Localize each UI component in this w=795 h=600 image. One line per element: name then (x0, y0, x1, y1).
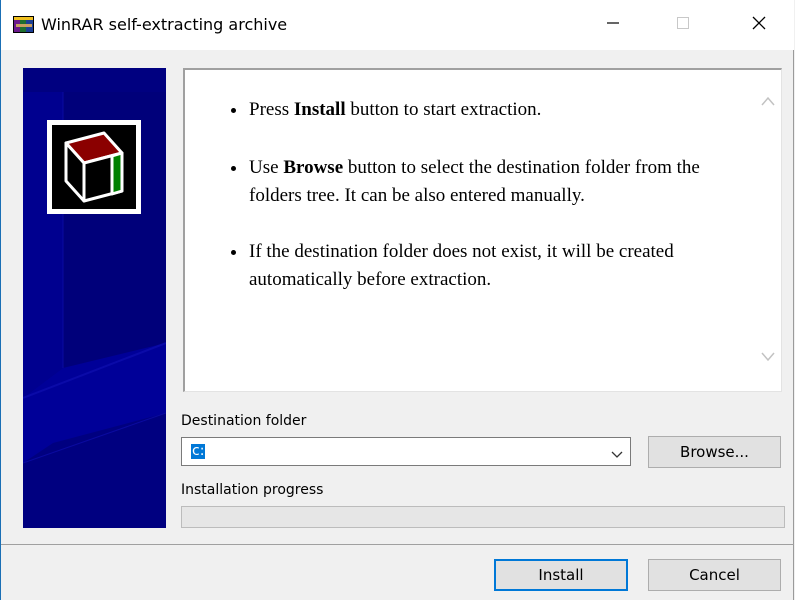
minimize-button[interactable] (578, 0, 648, 50)
installer-window: WinRAR self-extracting archive Press Ins… (0, 0, 794, 600)
destination-folder-combo[interactable]: c: (181, 437, 631, 466)
cancel-button[interactable]: Cancel (648, 559, 781, 591)
destination-folder-label: Destination folder (181, 413, 307, 429)
installation-progress-label: Installation progress (181, 482, 324, 498)
scroll-down-icon[interactable] (760, 350, 776, 368)
minimize-icon (605, 15, 621, 36)
sfx-banner (23, 68, 166, 528)
destination-folder-value[interactable]: c: (191, 444, 206, 459)
chevron-down-icon[interactable] (610, 447, 624, 465)
instructions-list: Press Install button to start extraction… (229, 96, 749, 324)
scroll-up-icon[interactable] (760, 94, 776, 112)
title-bar[interactable]: WinRAR self-extracting archive (1, 0, 794, 50)
sfx-logo (47, 120, 141, 214)
instruction-item: Use Browse button to select the destinat… (231, 154, 749, 210)
instruction-item: If the destination folder does not exist… (231, 238, 749, 294)
close-button[interactable] (724, 0, 794, 50)
browse-button[interactable]: Browse... (648, 436, 781, 468)
installation-progress-bar (181, 506, 785, 528)
maximize-icon (675, 15, 691, 36)
close-icon (751, 15, 767, 36)
winrar-app-icon (13, 15, 35, 35)
divider (1, 544, 794, 545)
instructions-scrollbar[interactable] (755, 70, 781, 391)
window-title: WinRAR self-extracting archive (41, 15, 288, 34)
maximize-button[interactable] (648, 0, 718, 50)
instructions-panel: Press Install button to start extraction… (183, 68, 782, 392)
install-button[interactable]: Install (494, 559, 628, 591)
instruction-item: Press Install button to start extraction… (231, 96, 749, 124)
